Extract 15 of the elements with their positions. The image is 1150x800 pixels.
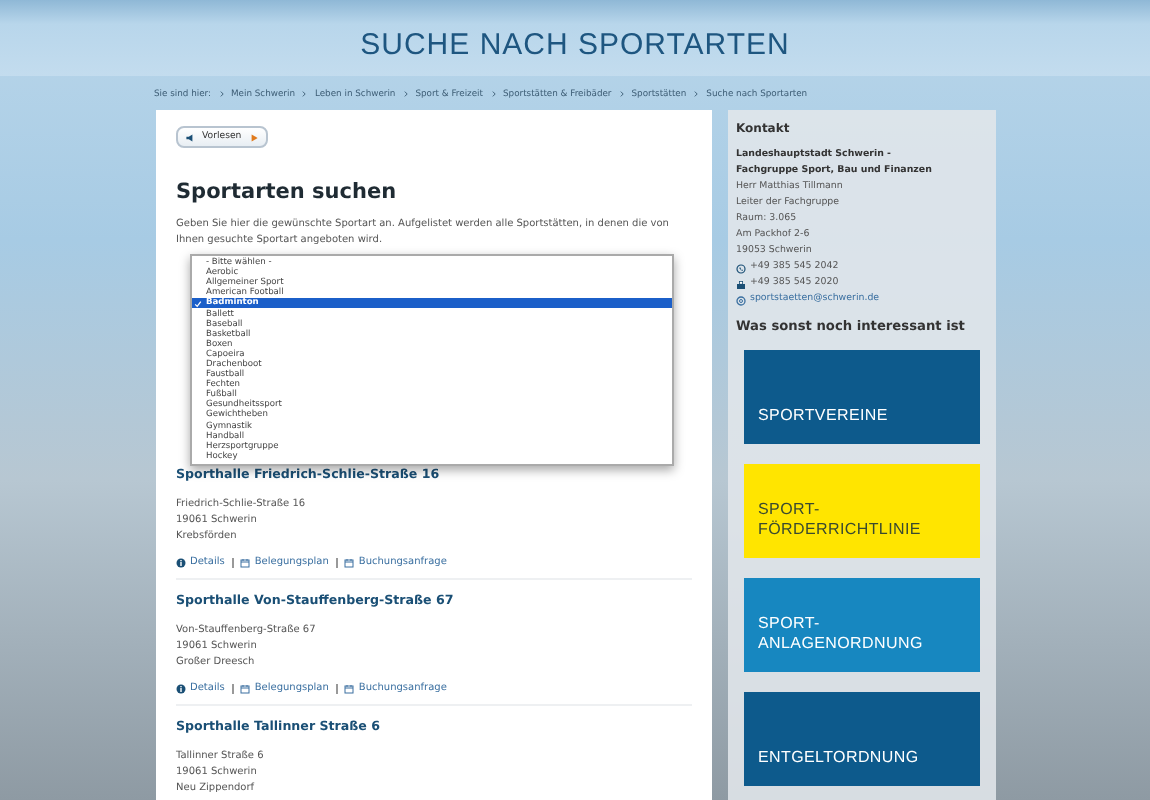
link-tile[interactable]: ENTGELTORDNUNG [744,692,980,786]
calendar-icon [344,683,355,693]
play-icon [247,131,260,143]
speaker-icon [184,131,196,143]
page-title: SUCHE NACH SPORTARTEN [360,27,790,61]
link-tile[interactable]: SPORTVEREINE [744,350,980,444]
link-tile[interactable]: SPORT- ANLAGENORDNUNG [744,578,980,672]
calendar-icon [344,557,355,567]
info-icon [176,557,186,567]
info-icon [176,683,186,693]
phone-icon [736,263,746,273]
calendar-icon [240,683,251,693]
link-tile[interactable]: SPORT- FÖRDERRICHTLINIE [744,464,980,558]
calendar-icon [240,557,251,567]
section-heading: Sportarten suchen [176,180,399,204]
